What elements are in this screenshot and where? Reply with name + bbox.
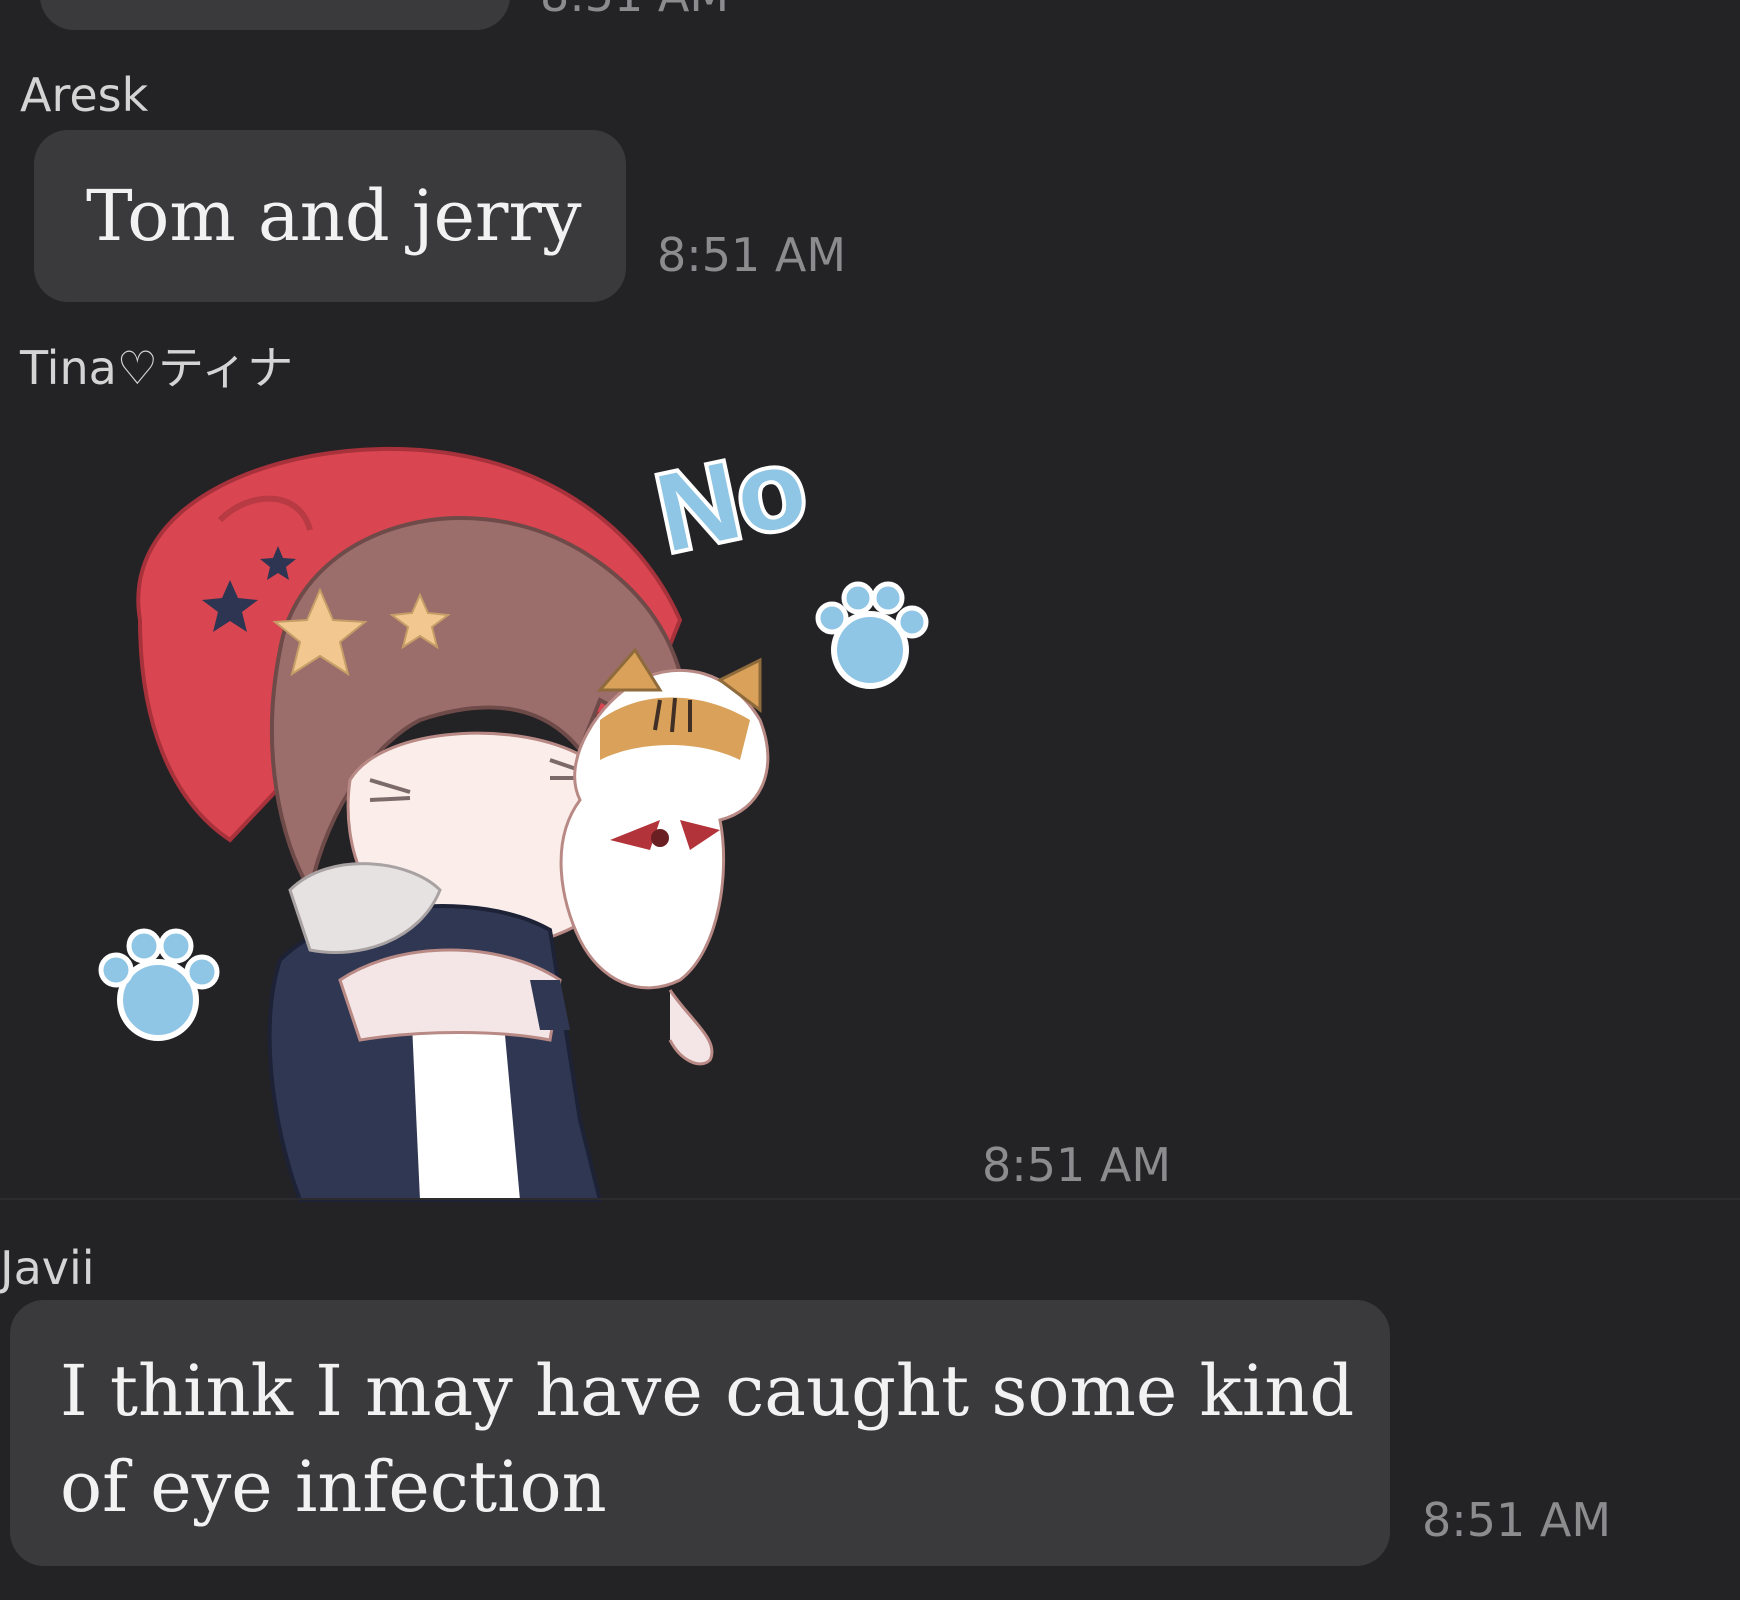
sender-name: Aresk (20, 68, 149, 122)
previous-message-bubble[interactable] (40, 0, 510, 30)
chat-message-list[interactable]: 8:51 AM Aresk Tom and jerry 8:51 AM Tina… (0, 0, 1740, 1600)
divider (0, 1198, 1740, 1200)
message-text: Tom and jerry (86, 175, 582, 257)
previous-message-time: 8:51 AM (540, 0, 729, 18)
sender-name: Tina♡ティナ (20, 341, 294, 395)
message-text-line: of eye infection (60, 1446, 607, 1528)
message-time: 8:51 AM (1422, 1493, 1612, 1547)
sender-name: Javii (0, 1241, 95, 1295)
paw-icon (815, 581, 929, 689)
message-bubble[interactable]: Tom and jerry (34, 130, 626, 302)
sticker-caption: No (647, 424, 816, 575)
message-time: 8:51 AM (657, 228, 847, 282)
message-time: 8:51 AM (982, 1138, 1172, 1192)
message-text-line: I think I may have caught some kind (60, 1350, 1355, 1432)
cat-hug-sticker[interactable]: No (80, 420, 960, 1210)
message-bubble[interactable]: I think I may have caught some kind of e… (10, 1300, 1390, 1566)
paw-icon (98, 928, 220, 1041)
